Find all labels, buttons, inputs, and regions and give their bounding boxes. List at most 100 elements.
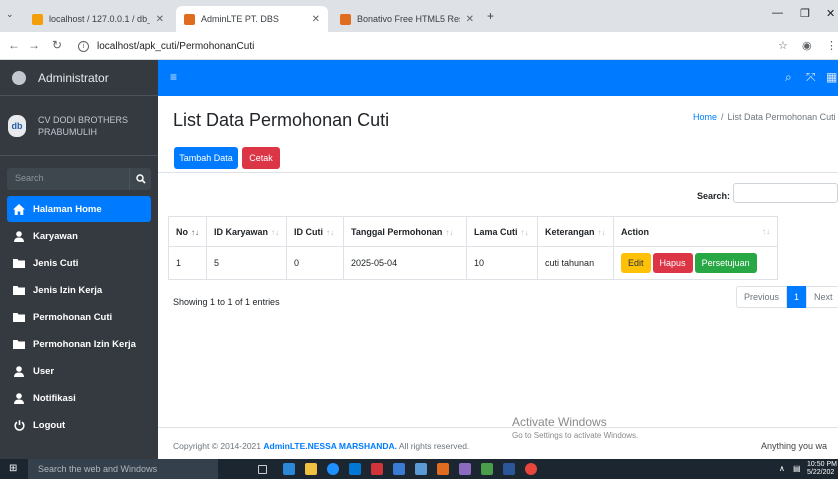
column-header-id-karyawan[interactable]: ID Karyawan ↑↓ (205, 216, 288, 247)
cell-no: 1 (168, 246, 207, 280)
word-icon[interactable] (503, 463, 515, 475)
tab-search-icon[interactable]: ⌄ (6, 9, 14, 20)
footer-brand-link[interactable]: AdminLTE.NESSA MARSHANDA. (263, 441, 397, 451)
close-tab-icon[interactable]: ✕ (312, 14, 320, 25)
column-header-keterangan[interactable]: Keterangan ↑↓ (537, 216, 615, 247)
file-explorer-icon[interactable] (305, 463, 317, 475)
column-header-lama-cuti[interactable]: Lama Cuti ↑↓ (466, 216, 539, 247)
back-icon[interactable]: ← (8, 38, 20, 52)
browser-tab-bonativo[interactable]: Bonativo Free HTML5 Responsi ✕ (332, 6, 482, 32)
taskbar-clock[interactable]: 10:50 PM 5/22/202 (807, 461, 837, 477)
column-header-action[interactable]: Action ↑↓ (613, 216, 779, 247)
add-data-button[interactable]: Tambah Data (174, 147, 238, 169)
task-view-icon[interactable] (258, 465, 267, 474)
sidebar-item-permohonan-cuti[interactable]: Permohonan Cuti (7, 304, 151, 330)
grid-icon[interactable]: ▦ (826, 70, 837, 84)
column-header-tanggal-permohonan[interactable]: Tanggal Permohonan ↑↓ (343, 216, 468, 247)
brand-link[interactable]: Administrator (0, 60, 158, 96)
overlay-text: Anything you wa (761, 441, 828, 451)
page-title: List Data Permohonan Cuti (173, 110, 390, 130)
app-icon[interactable] (459, 463, 471, 475)
store-icon[interactable] (349, 463, 361, 475)
cell-keterangan: cuti tahunan (537, 246, 615, 280)
close-tab-icon[interactable]: ✕ (156, 14, 164, 25)
navbar-search-icon[interactable]: ⌕ (785, 70, 792, 85)
sort-icon: ↑↓ (762, 226, 771, 236)
sidebar-search-input[interactable]: Search (7, 168, 129, 190)
breadcrumb-separator: / (721, 112, 724, 122)
pagination-previous[interactable]: Previous (736, 286, 788, 308)
menu-dots-icon[interactable]: ⋮ (826, 39, 837, 52)
permohonan-cuti-table: No ↑↓ ID Karyawan ↑↓ ID Cuti ↑↓ Tanggal Per… (168, 216, 779, 280)
close-tab-icon[interactable]: ✕ (466, 14, 474, 25)
top-navbar: ≡ ⌕ ⤧ ▦ (158, 60, 838, 96)
cell-id-cuti: 0 (286, 246, 345, 280)
sidebar-item-user[interactable]: User (7, 358, 151, 384)
app-icon[interactable] (415, 463, 427, 475)
folder-icon (13, 257, 25, 269)
sidebar-item-notifikasi[interactable]: Notifikasi (7, 385, 151, 411)
tray-chevron-icon[interactable]: ∧ (779, 464, 785, 473)
chrome-icon[interactable] (525, 463, 537, 475)
sidebar-item-jenis-izin-kerja[interactable]: Jenis Izin Kerja (7, 277, 151, 303)
sidebar-item-halaman-home[interactable]: Halaman Home (7, 196, 151, 222)
company-logo-icon: db (8, 114, 26, 137)
cell-tanggal: 2025-05-04 (343, 246, 468, 280)
folder-icon (13, 311, 25, 323)
table-header-row: No ↑↓ ID Karyawan ↑↓ ID Cuti ↑↓ Tanggal Per… (168, 216, 779, 247)
sort-icon: ↑↓ (326, 227, 335, 237)
phpmyadmin-favicon-icon (32, 13, 43, 25)
search-icon[interactable] (129, 168, 151, 190)
power-icon (13, 419, 25, 431)
vscode-icon[interactable] (283, 463, 295, 475)
table-row: 1 5 0 2025-05-04 10 cuti tahunan Edit Hap… (168, 246, 779, 280)
sidebar-item-permohonan-izin-kerja[interactable]: Permohonan Izin Kerja (7, 331, 151, 357)
new-tab-icon[interactable]: + (487, 9, 494, 23)
browser-tab-adminlte[interactable]: AdminLTE PT. DBS ✕ (176, 6, 328, 32)
column-header-id-cuti[interactable]: ID Cuti ↑↓ (286, 216, 345, 247)
sidebar-item-jenis-cuti[interactable]: Jenis Cuti (7, 250, 151, 276)
browser-tab-phpmyadmin[interactable]: localhost / 127.0.0.1 / db_cuti / ✕ (24, 6, 172, 32)
windows-start-icon[interactable]: ⊞ (9, 464, 19, 474)
fullscreen-icon[interactable]: ⤧ (806, 70, 816, 85)
maximize-icon[interactable]: ❐ (800, 7, 810, 20)
print-button[interactable]: Cetak (242, 147, 280, 169)
app-icon[interactable] (371, 463, 383, 475)
table-search-input[interactable] (733, 183, 838, 203)
url-input[interactable]: i localhost/apk_cuti/PermohonanCuti (78, 36, 758, 56)
xampp-icon[interactable] (437, 463, 449, 475)
sort-icon: ↑↓ (445, 227, 454, 237)
sidebar-search: Search (7, 168, 151, 190)
notification-icon[interactable]: ▤ (793, 464, 801, 473)
folder-icon (13, 338, 25, 350)
windows-taskbar: ⊞ Search the web and Windows ∧ ▤ 10:50 P… (0, 459, 838, 479)
reload-icon[interactable]: ↻ (52, 38, 62, 52)
edit-button[interactable]: Edit (621, 253, 651, 273)
app-icon[interactable] (481, 463, 493, 475)
close-window-icon[interactable]: ✕ (826, 7, 835, 20)
column-header-no[interactable]: No ↑↓ (168, 216, 207, 247)
pagination-page-1[interactable]: 1 (787, 286, 807, 308)
activate-windows-watermark: Activate Windows Go to Settings to activ… (512, 415, 639, 440)
table-search-label: Search: (697, 191, 731, 201)
delete-button[interactable]: Hapus (652, 253, 693, 273)
approve-button[interactable]: Persetujuan (694, 253, 757, 273)
breadcrumb-home-link[interactable]: Home (693, 112, 717, 122)
edge-icon[interactable] (327, 463, 339, 475)
hamburger-menu-icon[interactable]: ≡ (170, 70, 177, 84)
taskbar-search-input[interactable]: Search the web and Windows (28, 459, 218, 479)
sidebar-item-logout[interactable]: Logout (7, 412, 151, 438)
sidebar-item-karyawan[interactable]: Karyawan (7, 223, 151, 249)
forward-icon[interactable]: → (28, 38, 40, 52)
pagination-next[interactable]: Next (806, 286, 838, 308)
bonativo-favicon-icon (340, 13, 351, 25)
cell-id-karyawan: 5 (205, 246, 288, 280)
bookmark-star-icon[interactable]: ☆ (778, 39, 788, 52)
home-icon (13, 203, 25, 215)
minimize-icon[interactable]: — (772, 7, 783, 19)
footer: Copyright © 2014-2021 AdminLTE.NESSA MAR… (158, 427, 838, 459)
sidebar: Administrator db CV DODI BROTHERS PRABUM… (0, 60, 158, 459)
profile-icon[interactable]: ◉ (802, 39, 812, 52)
site-info-icon[interactable]: i (78, 40, 89, 52)
app-icon[interactable] (393, 463, 405, 475)
